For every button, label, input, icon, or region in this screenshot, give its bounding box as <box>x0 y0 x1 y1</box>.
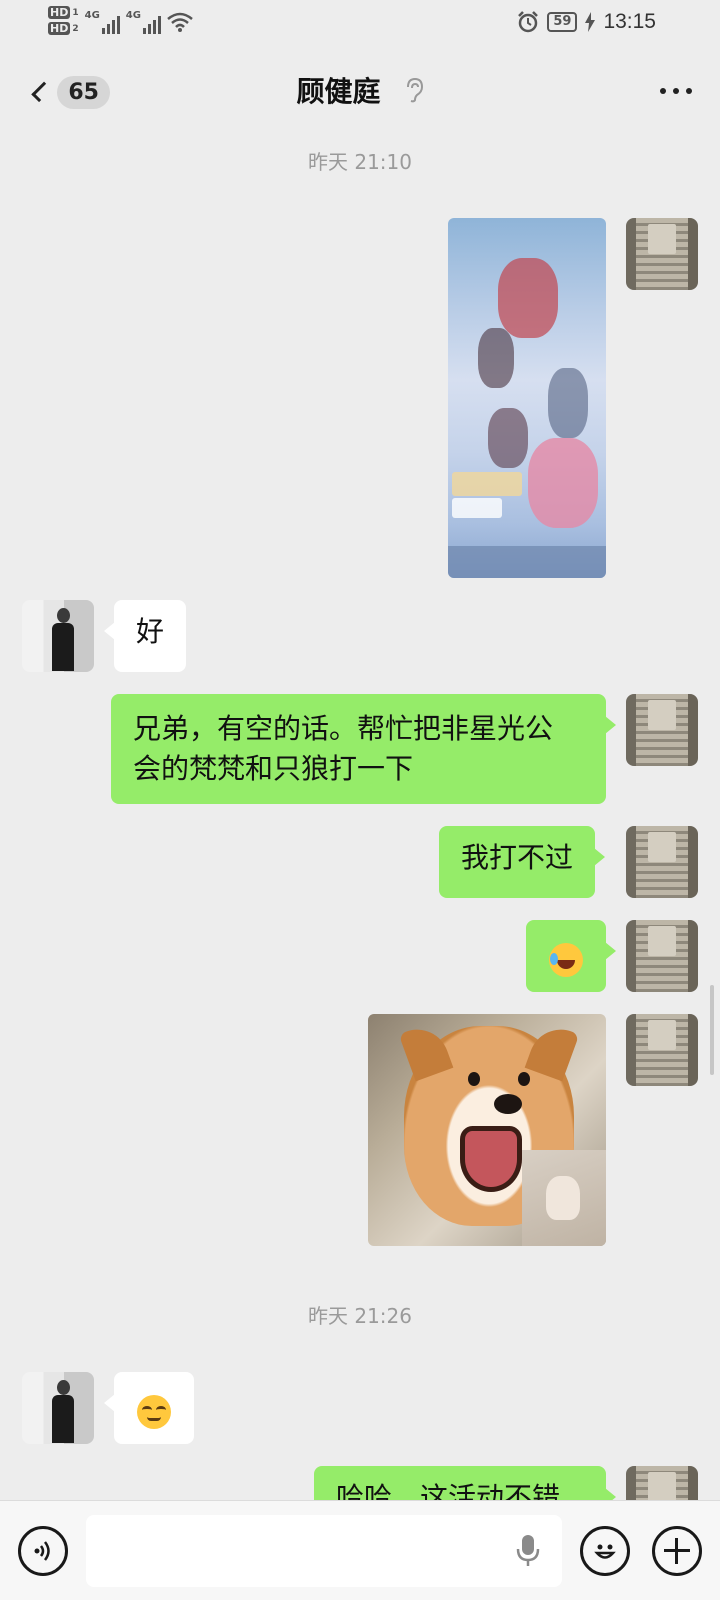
scrollbar[interactable] <box>710 985 714 1075</box>
status-left: HD 1 HD 2 4G 4G <box>48 6 193 35</box>
laughing-crying-emoji-icon <box>549 943 583 977</box>
my-avatar[interactable] <box>626 1014 698 1086</box>
sim-slot-number: 1 <box>72 7 79 18</box>
title-wrap: 顾健庭 <box>0 70 720 110</box>
signal-icon: 4G <box>85 10 120 34</box>
smirk-emoji-icon <box>137 1395 171 1429</box>
thumbs-up-inset <box>522 1150 606 1246</box>
emoji-button[interactable] <box>580 1526 630 1576</box>
microphone-icon[interactable] <box>516 1534 540 1568</box>
more-icon <box>660 88 666 94</box>
battery-level: 59 <box>547 12 578 32</box>
sim-slot-number: 2 <box>72 23 79 34</box>
message-input[interactable] <box>86 1515 562 1587</box>
hd-indicators: HD 1 HD 2 <box>48 6 79 35</box>
message-timestamp: 昨天 21:10 <box>308 150 412 174</box>
my-avatar[interactable] <box>626 694 698 766</box>
friend-avatar[interactable] <box>22 600 94 672</box>
plus-icon <box>664 1538 690 1564</box>
message-text-line: 会的梵梵和只狼打一下 <box>133 752 414 785</box>
chat-header: 65 顾健庭 <box>0 50 720 134</box>
earpiece-mode-icon <box>406 77 423 103</box>
message-text: 好 <box>136 615 165 648</box>
plus-button[interactable] <box>652 1526 702 1576</box>
voice-mode-icon <box>34 1541 50 1561</box>
wifi-icon <box>167 12 193 32</box>
message-timestamp: 昨天 21:26 <box>308 1304 412 1328</box>
hd-badge: HD <box>48 22 71 35</box>
my-text-message[interactable]: 我打不过 <box>439 826 606 898</box>
game-screenshot-image[interactable] <box>448 218 606 578</box>
hd-badge: HD <box>48 6 71 19</box>
emoji-icon <box>594 1544 616 1559</box>
my-avatar[interactable] <box>626 920 698 992</box>
alarm-icon <box>518 11 539 33</box>
my-text-message[interactable]: 兄弟，有空的话。帮忙把非星光公 会的梵梵和只狼打一下 <box>111 694 616 804</box>
status-right: 59 13:15 <box>517 10 656 34</box>
friend-text-message[interactable]: 好 <box>103 600 187 672</box>
charging-icon <box>585 12 596 32</box>
my-avatar[interactable] <box>626 826 698 898</box>
my-emoji-message[interactable] <box>526 920 616 992</box>
chat-title: 顾健庭 <box>296 75 381 108</box>
friend-emoji-message[interactable] <box>104 1372 194 1444</box>
input-bar <box>0 1500 720 1600</box>
shiba-dog-sticker-image[interactable] <box>368 1014 606 1246</box>
message-text-line: 兄弟，有空的话。帮忙把非星光公 <box>133 712 554 745</box>
clock: 13:15 <box>603 10 656 33</box>
more-button[interactable] <box>660 88 692 94</box>
friend-avatar[interactable] <box>22 1372 94 1444</box>
my-avatar[interactable] <box>626 218 698 290</box>
status-bar: HD 1 HD 2 4G 4G 59 13:15 <box>0 0 720 50</box>
message-text: 我打不过 <box>461 841 574 874</box>
voice-mode-button[interactable] <box>18 1526 68 1576</box>
signal-icon: 4G <box>126 10 161 34</box>
